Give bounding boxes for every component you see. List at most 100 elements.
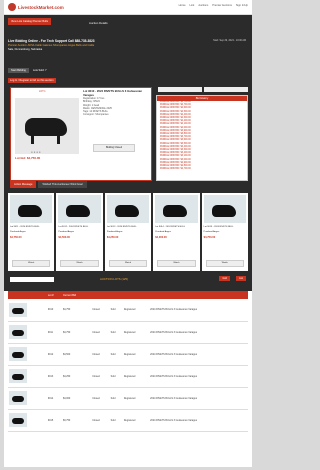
photo-pager[interactable]: ● ● ● ● bbox=[31, 150, 41, 154]
lot-image[interactable] bbox=[106, 195, 150, 223]
nav-signin[interactable]: Sign In/Up bbox=[236, 4, 248, 7]
table-cell: 2024 RIVETS BULLS 3 Gulwesnan Varagus bbox=[150, 396, 198, 400]
lot-thumbnail[interactable] bbox=[9, 369, 27, 383]
lot-card-button[interactable]: Watch bbox=[205, 260, 245, 267]
thumb-cell bbox=[8, 365, 47, 387]
lot-card[interactable]: Lot 9015 - 2024 RIVETS BULL Purebred Angu… bbox=[201, 193, 249, 271]
column-header bbox=[91, 291, 110, 299]
lot-thumbnail[interactable] bbox=[9, 325, 27, 339]
cow-image bbox=[114, 205, 139, 217]
nav-link[interactable]: Link bbox=[190, 4, 195, 7]
table-cell: Closed bbox=[92, 374, 100, 378]
catalog-button[interactable]: View Lots Catalog Premier Bulls bbox=[8, 18, 52, 25]
tab-auctioneer[interactable]: Wished This Auctioneer Wind Goal bbox=[38, 181, 87, 188]
table-cell: Sold bbox=[110, 418, 116, 422]
table-cell: Sold bbox=[110, 396, 116, 400]
banner: View Lots Catalog Premier Bulls Auction … bbox=[4, 15, 252, 37]
auction-info: Live Bidding Online - For Tech Support C… bbox=[4, 37, 252, 63]
action-bar: Start Bidding Lots Sold: 7 bbox=[4, 63, 252, 77]
lot-card[interactable]: Lot 9014 - 2024 RIVETS BULL Purebred Angu… bbox=[153, 193, 200, 271]
lots-search-input[interactable] bbox=[10, 277, 54, 282]
lot-image[interactable] bbox=[10, 195, 53, 223]
nav-premier[interactable]: Premier Auctions bbox=[212, 4, 232, 7]
table-cell: Registered bbox=[123, 374, 136, 378]
bid-button[interactable]: Bidding Closed bbox=[93, 144, 135, 152]
grid-view-button[interactable]: Grid bbox=[219, 276, 230, 281]
table-cell: Sold bbox=[110, 308, 116, 312]
lot-card-button[interactable]: Watch bbox=[60, 260, 99, 267]
lots-table-body: 9010 $4,750 Closed Sold Registered 2024 RIVET… bbox=[8, 299, 248, 431]
auction-location: Sale, Dunnersburg, Nebraska bbox=[8, 48, 43, 51]
page: LivestockMarket.com Home Link Auctions P… bbox=[4, 0, 252, 467]
column-header bbox=[8, 291, 47, 299]
table-cell: 9011 bbox=[47, 330, 53, 334]
table-row[interactable]: 9013 $4,250 Closed Sold Registered 2024 RIVET… bbox=[8, 365, 248, 387]
logo[interactable]: LivestockMarket.com bbox=[8, 3, 64, 11]
lot-card-button[interactable]: Watch bbox=[157, 260, 196, 267]
lot-thumbnail[interactable] bbox=[9, 347, 27, 361]
nav-auctions[interactable]: Auctions bbox=[198, 4, 208, 7]
lot-image[interactable] bbox=[58, 195, 101, 223]
nav-home[interactable]: Home bbox=[179, 4, 186, 7]
table-cell: Registered bbox=[123, 330, 136, 334]
table-cell: Closed bbox=[92, 418, 100, 422]
bid-input[interactable] bbox=[158, 87, 202, 92]
table-cell: Sold bbox=[110, 374, 116, 378]
list-view-button[interactable]: List bbox=[236, 276, 246, 281]
bull-leg bbox=[57, 134, 60, 144]
table-cell: Registered bbox=[123, 352, 136, 356]
table-cell: Sold bbox=[110, 330, 116, 334]
cow-image bbox=[211, 205, 236, 217]
lot-image[interactable] bbox=[155, 195, 198, 223]
lot-thumbnail[interactable] bbox=[9, 302, 27, 317]
start-bidding-button[interactable]: Start Bidding bbox=[8, 67, 29, 73]
lot-carousel: Lot 9011 - 2024 RIVETS BULL Purebred Angu… bbox=[4, 191, 252, 273]
cow-image bbox=[12, 374, 24, 380]
logo-text: LivestockMarket.com bbox=[18, 4, 64, 10]
auction-details-link[interactable]: Auction Details bbox=[89, 21, 108, 25]
lot-price: Lot bid: $4,750.00 bbox=[15, 156, 41, 160]
lot-card-button[interactable]: Watch bbox=[12, 260, 51, 267]
table-cell: Closed bbox=[92, 352, 100, 356]
thumb-cell bbox=[8, 387, 47, 409]
table-cell: 9015 bbox=[47, 418, 54, 422]
lot-card[interactable]: Lot 9011 - 2024 RIVETS BULL Purebred Angu… bbox=[8, 193, 55, 271]
lot-thumbnail[interactable] bbox=[9, 413, 27, 427]
table-row[interactable]: 9014 $4,000 Closed Sold Registered 2024 RIVET… bbox=[8, 387, 248, 409]
bid-row: PADDLE 0086 BID: $2,700.00 bbox=[160, 168, 191, 171]
cow-image bbox=[12, 396, 24, 402]
table-cell: 2024 RIVETS BULLS 3 Gulwesnan Varagus bbox=[150, 330, 198, 334]
start-time: Start: Sep 29, 2024 - 10:00 AM bbox=[213, 39, 246, 42]
cow-image bbox=[18, 205, 42, 217]
auction-tabs: Action Message Wished This Auctioneer Wi… bbox=[10, 181, 87, 188]
lot-card-price: $4,250.00 bbox=[106, 236, 119, 239]
bid-select[interactable] bbox=[204, 87, 248, 92]
column-header: Lot # bbox=[46, 291, 62, 299]
bid-history: Bid History PADDLE 0086 BID: $4,750.00 PA… bbox=[156, 95, 248, 181]
table-row[interactable]: 9010 $4,750 Closed Sold Registered 2024 RIVET… bbox=[8, 299, 248, 321]
table-cell: $4,750 bbox=[62, 330, 71, 334]
login-link[interactable]: Log In / Register to bid on this auction bbox=[8, 78, 56, 83]
table-cell: Registered bbox=[123, 418, 136, 422]
lot-card[interactable]: Lot 9012 - 2024 RIVETS BULL Purebred Angu… bbox=[56, 193, 103, 271]
table-cell: $4,250 bbox=[62, 374, 71, 378]
table-cell: Sold bbox=[110, 352, 116, 356]
lot-card[interactable]: Lot 9013 - 2024 RIVETS BULL Purebred Angu… bbox=[104, 193, 152, 271]
table-cell: $4,750 bbox=[62, 308, 71, 312]
lot-thumbnail[interactable] bbox=[9, 391, 27, 405]
thumb-cell bbox=[8, 343, 47, 365]
table-cell: $4,000 bbox=[62, 396, 71, 400]
table-cell: 2024 RIVETS BULLS 3 Gulwesnan Varagus bbox=[150, 308, 198, 312]
table-cell: 2024 RIVETS BULLS 3 Gulwesnan Varagus bbox=[150, 374, 198, 378]
table-cell: Closed bbox=[92, 308, 100, 312]
table-cell: 9014 bbox=[47, 396, 54, 400]
lot-photo[interactable] bbox=[15, 98, 79, 154]
table-row[interactable]: 9011 $4,750 Closed Sold Registered 2024 RIVET… bbox=[8, 321, 248, 343]
column-header: Current Bid bbox=[61, 291, 92, 299]
cow-image bbox=[12, 352, 24, 358]
lot-card-button[interactable]: Watch bbox=[108, 260, 148, 267]
lot-image[interactable] bbox=[203, 195, 247, 223]
tab-action-message[interactable]: Action Message bbox=[10, 181, 37, 188]
table-row[interactable]: 9012 $4,500 Closed Sold Registered 2024 RIVET… bbox=[8, 343, 248, 365]
table-row[interactable]: 9015 $3,750 Closed Sold Registered 2024 RIVET… bbox=[8, 409, 248, 431]
